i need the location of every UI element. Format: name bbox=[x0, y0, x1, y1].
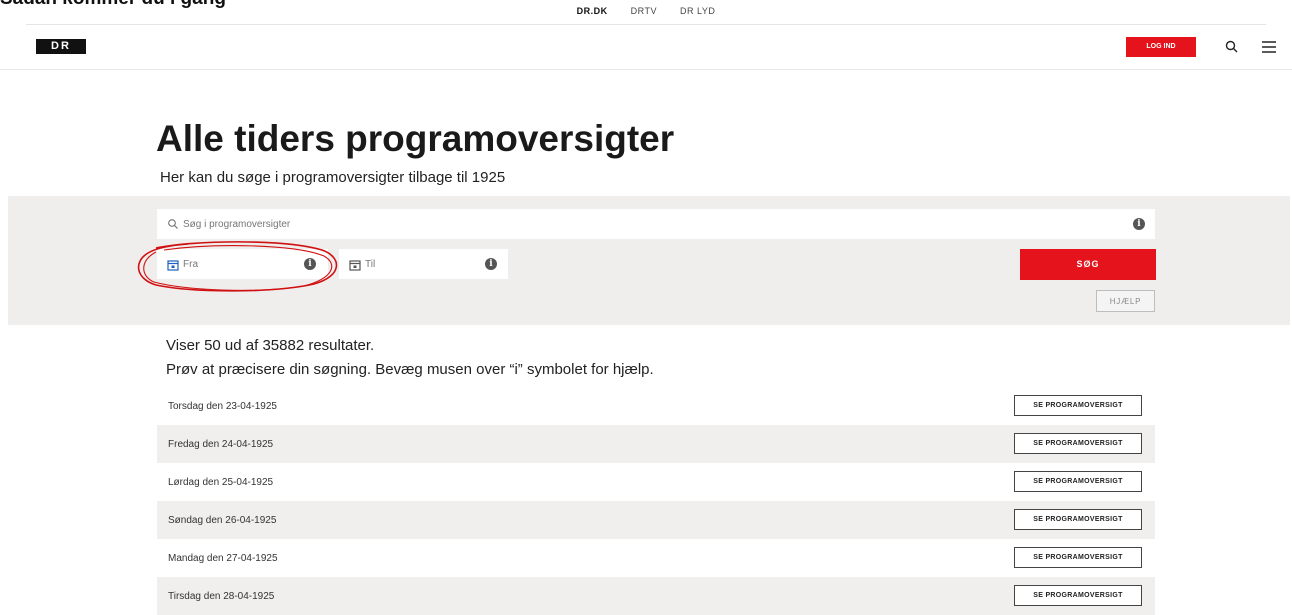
topnav-link-drtv[interactable]: DRTV bbox=[631, 6, 657, 16]
result-row: Torsdag den 23-04-1925 SE PROGRAMOVERSIG… bbox=[157, 387, 1155, 425]
to-info-icon[interactable]: i bbox=[485, 258, 497, 270]
topnav-link-drdk[interactable]: DR.DK bbox=[577, 6, 608, 16]
result-row: Mandag den 27-04-1925 SE PROGRAMOVERSIGT bbox=[157, 539, 1155, 577]
search-icon bbox=[167, 217, 179, 229]
topnav-divider bbox=[26, 24, 1266, 25]
login-button[interactable]: LOG IND bbox=[1126, 37, 1196, 57]
result-date: Mandag den 27-04-1925 bbox=[168, 553, 278, 564]
view-schedule-button[interactable]: SE PROGRAMOVERSIGT bbox=[1014, 509, 1142, 530]
result-date: Torsdag den 23-04-1925 bbox=[168, 401, 277, 412]
result-row: Tirsdag den 28-04-1925 SE PROGRAMOVERSIG… bbox=[157, 577, 1155, 615]
to-date-field: i bbox=[339, 249, 508, 279]
search-info-icon[interactable]: i bbox=[1133, 218, 1145, 230]
search-field: i bbox=[157, 209, 1155, 239]
search-icon[interactable] bbox=[1223, 38, 1241, 56]
annotation-circle bbox=[134, 238, 344, 294]
hamburger-menu-icon[interactable] bbox=[1259, 38, 1279, 56]
calendar-icon[interactable] bbox=[349, 258, 361, 271]
result-date: Tirsdag den 28-04-1925 bbox=[168, 591, 275, 602]
dr-logo[interactable]: DR bbox=[36, 39, 86, 54]
page-subtitle: Her kan du søge i programoversigter tilb… bbox=[160, 169, 506, 186]
search-button[interactable]: SØG bbox=[1020, 249, 1156, 280]
results-hint: Prøv at præcisere din søgning. Bevæg mus… bbox=[166, 361, 654, 378]
header-divider bbox=[0, 69, 1292, 70]
to-date-input[interactable] bbox=[365, 249, 475, 279]
view-schedule-button[interactable]: SE PROGRAMOVERSIGT bbox=[1014, 471, 1142, 492]
results-list: Torsdag den 23-04-1925 SE PROGRAMOVERSIG… bbox=[157, 387, 1155, 615]
search-input[interactable] bbox=[183, 209, 1103, 239]
result-date: Søndag den 26-04-1925 bbox=[168, 515, 277, 526]
topnav-link-drlyd[interactable]: DR LYD bbox=[680, 6, 715, 16]
view-schedule-button[interactable]: SE PROGRAMOVERSIGT bbox=[1014, 585, 1142, 606]
top-navigation: DR.DK DRTV DR LYD bbox=[0, 6, 1292, 16]
help-button[interactable]: HJÆLP bbox=[1096, 290, 1155, 312]
results-count: Viser 50 ud af 35882 resultater. bbox=[166, 337, 375, 354]
view-schedule-button[interactable]: SE PROGRAMOVERSIGT bbox=[1014, 433, 1142, 454]
result-row: Fredag den 24-04-1925 SE PROGRAMOVERSIGT bbox=[157, 425, 1155, 463]
page-title: Alle tiders programoversigter bbox=[156, 118, 675, 159]
result-date: Fredag den 24-04-1925 bbox=[168, 439, 274, 450]
view-schedule-button[interactable]: SE PROGRAMOVERSIGT bbox=[1014, 395, 1142, 416]
result-row: Lørdag den 25-04-1925 SE PROGRAMOVERSIGT bbox=[157, 463, 1155, 501]
result-row: Søndag den 26-04-1925 SE PROGRAMOVERSIGT bbox=[157, 501, 1155, 539]
result-date: Lørdag den 25-04-1925 bbox=[168, 477, 274, 488]
view-schedule-button[interactable]: SE PROGRAMOVERSIGT bbox=[1014, 547, 1142, 568]
